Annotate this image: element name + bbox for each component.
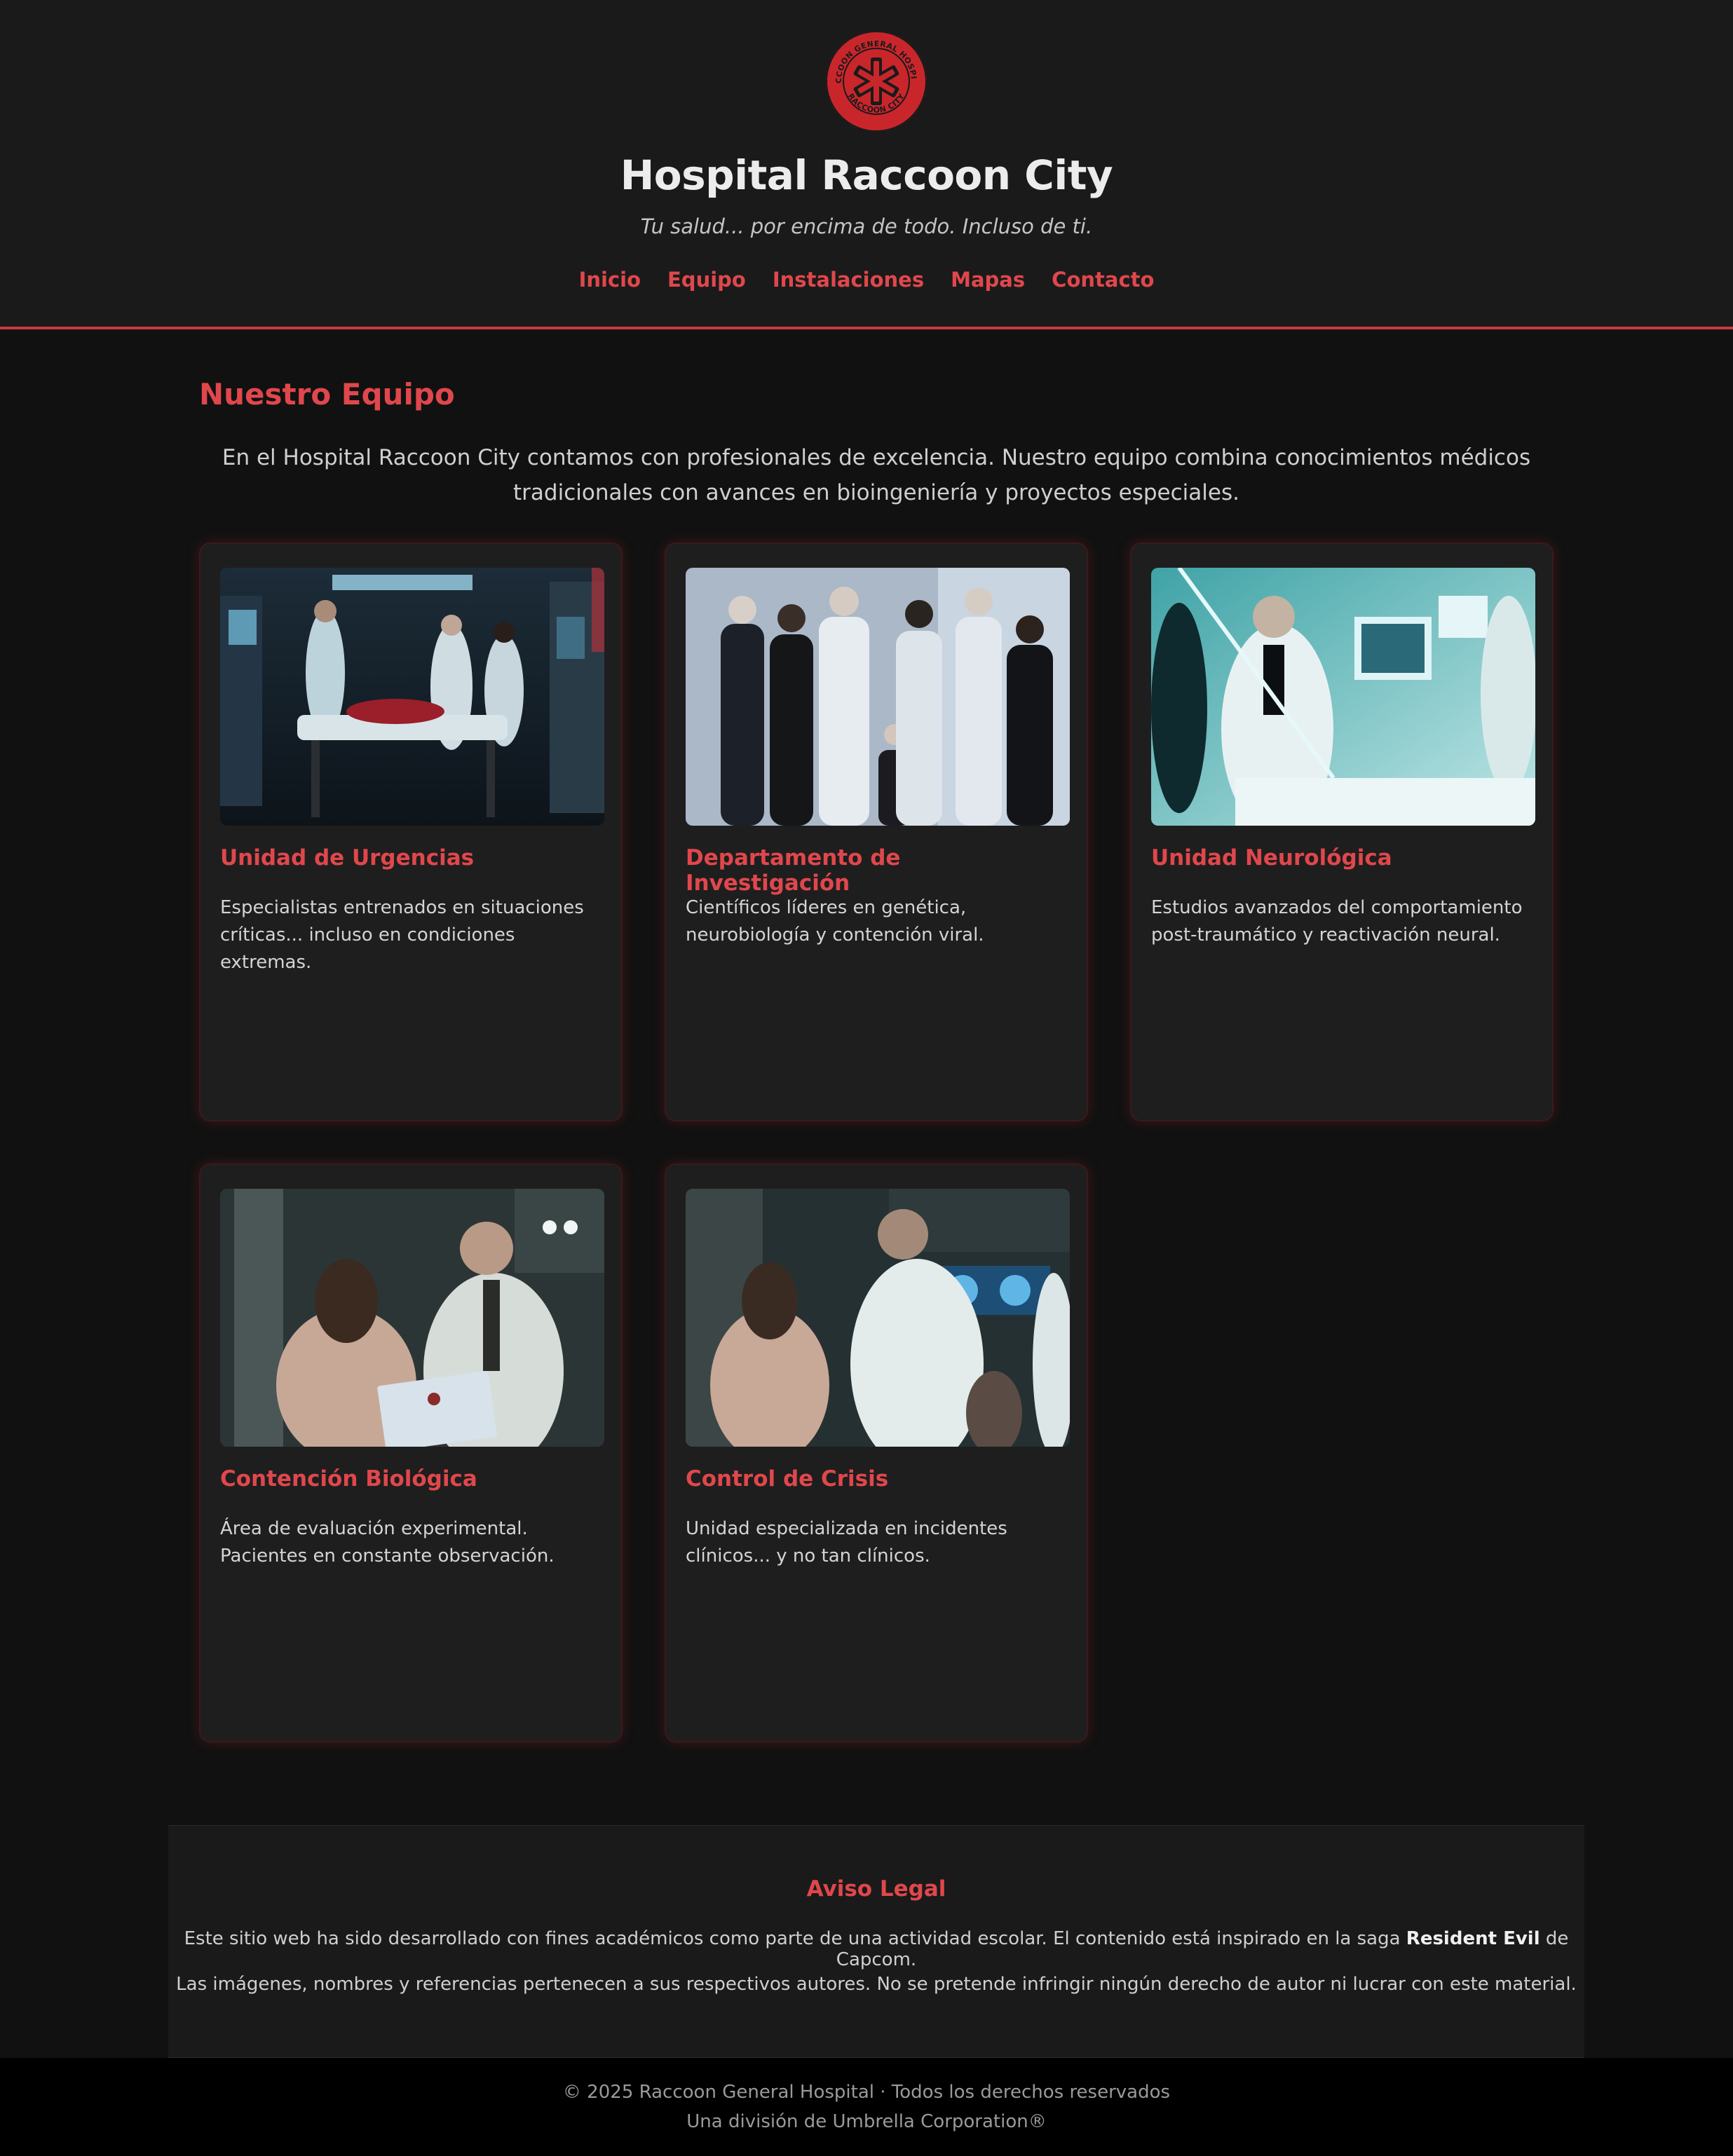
team-card-crisis[interactable]: Control de Crisis Unidad especializada e… [665, 1164, 1088, 1742]
nav-link-inicio[interactable]: Inicio [579, 268, 641, 292]
team-card-neurologica[interactable]: Unidad Neurológica Estudios avanzados de… [1130, 543, 1554, 1121]
card-description: Estudios avanzados del comportamiento po… [1151, 897, 1523, 946]
card-photo [686, 568, 1070, 826]
card-photo [686, 1189, 1070, 1447]
site-tagline: Tu salud... por encima de todo. Incluso … [640, 214, 1093, 238]
team-card-contencion[interactable]: Contención Biológica Área de evaluación … [199, 1164, 623, 1742]
card-title: Unidad Neurológica [1151, 845, 1392, 871]
site-title: Hospital Raccoon City [620, 151, 1113, 199]
section-title: Nuestro Equipo [199, 377, 455, 411]
site-header: RACCOON GENERAL HOSPITAL RACCOON CITY Ho… [0, 0, 1733, 329]
card-title: Departamento de Investigación [686, 845, 901, 896]
nav-link-contacto[interactable]: Contacto [1052, 268, 1154, 292]
division-text: Una división de Umbrella Corporation® [686, 2111, 1047, 2132]
hospital-logo[interactable]: RACCOON GENERAL HOSPITAL RACCOON CITY [824, 29, 928, 133]
team-card-urgencias[interactable]: Unidad de Urgencias Especialistas entren… [199, 543, 623, 1121]
legal-highlight: Resident Evil [1406, 1928, 1540, 1949]
card-title: Unidad de Urgencias [220, 845, 475, 871]
card-title: Control de Crisis [686, 1466, 889, 1492]
team-card-investigacion[interactable]: Departamento de Investigación Científico… [665, 543, 1088, 1121]
neurology-unit-photo [1151, 568, 1535, 826]
card-description: Científicos líderes en genética, neurobi… [686, 897, 984, 946]
emergency-team-photo [220, 568, 604, 826]
legal-text: Este sitio web ha sido desarrollado con … [184, 1928, 1406, 1949]
research-team-photo [686, 568, 1070, 826]
card-title: Contención Biológica [220, 1466, 477, 1492]
site-footer: © 2025 Raccoon General Hospital · Todos … [0, 2058, 1733, 2156]
legal-paragraph-1: Este sitio web ha sido desarrollado con … [168, 1928, 1584, 1970]
crisis-control-photo [686, 1189, 1070, 1447]
card-description: Especialistas entrenados en situaciones … [220, 897, 584, 973]
legal-paragraph-2: Las imágenes, nombres y referencias pert… [176, 1974, 1577, 1995]
card-photo [220, 568, 604, 826]
nav-link-equipo[interactable]: Equipo [667, 268, 746, 292]
card-photo [220, 1189, 604, 1447]
card-photo [1151, 568, 1535, 826]
intro-text: En el Hospital Raccoon City contamos con… [222, 445, 1531, 505]
nav-link-mapas[interactable]: Mapas [951, 268, 1025, 292]
copyright-text: © 2025 Raccoon General Hospital · Todos … [562, 2082, 1171, 2103]
main-nav: Inicio Equipo Instalaciones Mapas Contacto [0, 268, 1733, 292]
card-description: Área de evaluación experimental. Pacient… [220, 1518, 555, 1567]
nav-link-instalaciones[interactable]: Instalaciones [773, 268, 924, 292]
containment-photo [220, 1189, 604, 1447]
card-description: Unidad especializada en incidentes clíni… [686, 1518, 1007, 1567]
legal-notice: Aviso Legal Este sitio web ha sido desar… [168, 1825, 1584, 2058]
legal-title: Aviso Legal [806, 1876, 946, 1902]
